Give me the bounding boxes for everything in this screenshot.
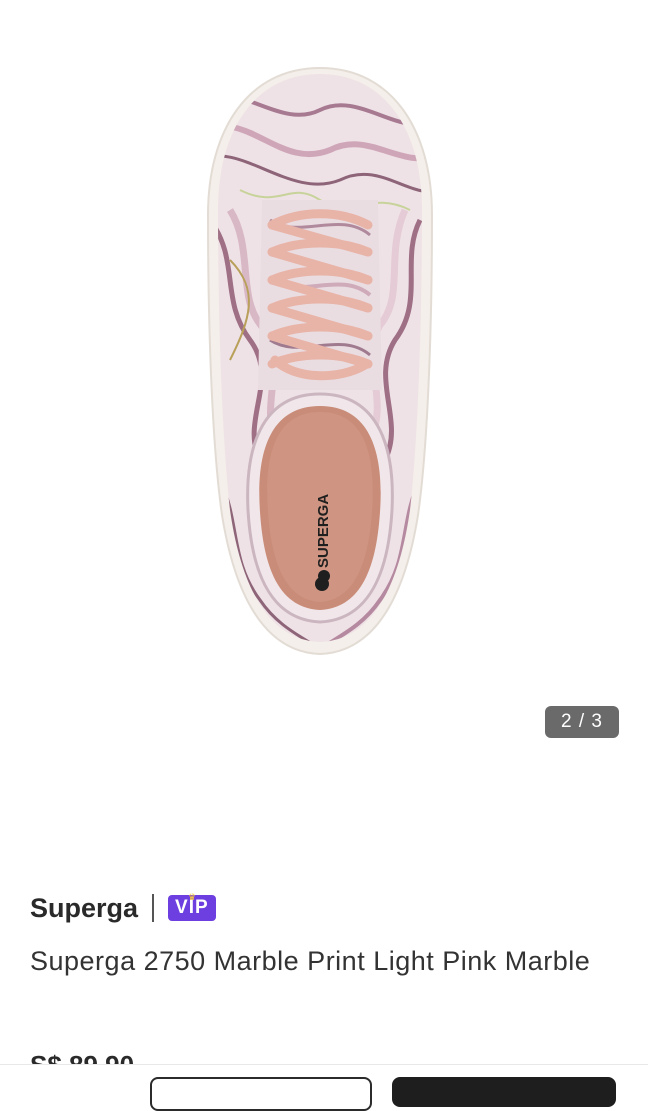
product-image[interactable]: SUPERGA bbox=[200, 60, 440, 660]
chat-button[interactable] bbox=[150, 1077, 372, 1111]
image-counter: 2 / 3 bbox=[545, 706, 619, 738]
crown-icon: ♛ bbox=[188, 892, 198, 902]
brand-separator bbox=[152, 894, 155, 922]
product-title: Superga 2750 Marble Print Light Pink Mar… bbox=[30, 946, 591, 976]
svg-text:SUPERGA: SUPERGA bbox=[315, 494, 332, 568]
brand-row: Superga ♛ VIP bbox=[30, 890, 216, 926]
vip-badge: ♛ VIP bbox=[168, 892, 216, 921]
product-image-gallery[interactable]: SUPERGA 2 / 3 bbox=[0, 0, 648, 860]
brand-name[interactable]: Superga bbox=[30, 893, 138, 924]
product-info: Superga ♛ VIP Superga 2750 Marble Print … bbox=[0, 860, 648, 1080]
buy-button[interactable] bbox=[392, 1077, 616, 1107]
bottom-action-bar bbox=[0, 1064, 648, 1111]
